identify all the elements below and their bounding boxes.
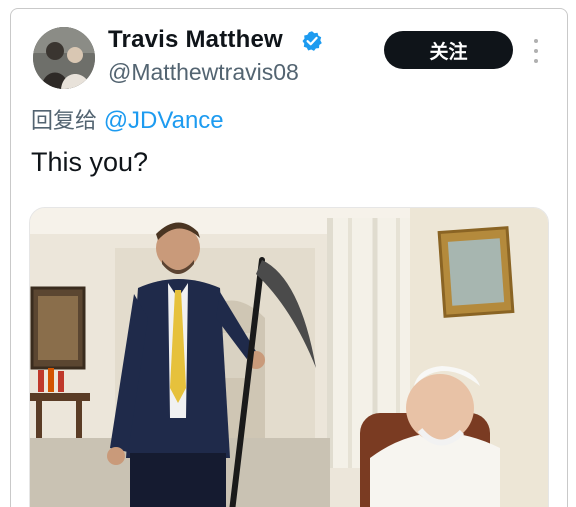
reply-handle-link[interactable]: @JDVance xyxy=(104,107,224,134)
author-avatar[interactable] xyxy=(33,27,95,89)
tweet-text: This you? xyxy=(31,147,149,177)
follow-button[interactable]: 关注 xyxy=(384,31,513,69)
tweet-media-photo[interactable] xyxy=(29,207,549,507)
tweet-card: Travis Matthew @Matthewtravis08 关注 回复给 @… xyxy=(10,8,568,507)
verified-badge-icon xyxy=(302,31,322,51)
more-options-icon[interactable] xyxy=(531,39,541,63)
reply-prefix: 回复给 xyxy=(31,109,98,134)
avatar-photo xyxy=(33,27,95,89)
author-display-name[interactable]: Travis Matthew xyxy=(108,26,283,54)
author-handle[interactable]: @Matthewtravis08 xyxy=(108,59,299,86)
reply-context: 回复给 @JDVance xyxy=(31,103,224,135)
photo-illustration xyxy=(30,208,548,507)
